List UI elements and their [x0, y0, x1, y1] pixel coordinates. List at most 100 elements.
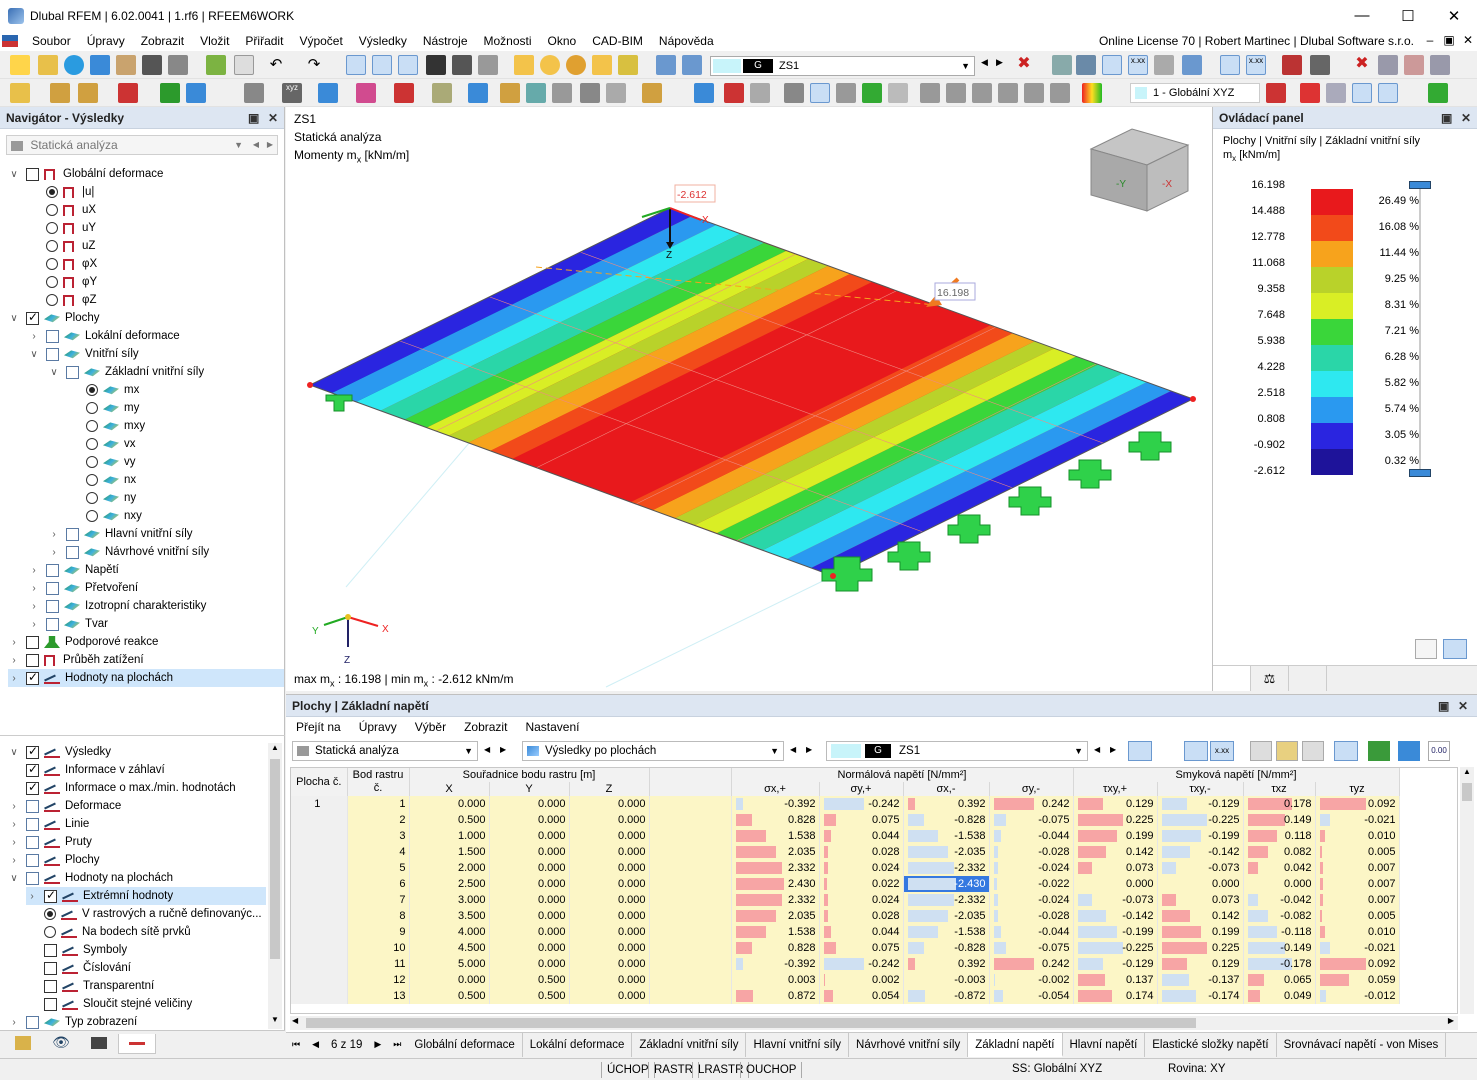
prev-icon[interactable]: ◀	[790, 745, 796, 754]
table-cell[interactable]: 4.500	[409, 940, 490, 956]
col-x[interactable]: X	[409, 782, 490, 796]
table-cell[interactable]: 13	[347, 988, 410, 1004]
tree-vy[interactable]: vy	[86, 453, 136, 471]
close-button[interactable]: ✕	[1431, 0, 1477, 31]
table-2-icon[interactable]	[1276, 741, 1298, 761]
measure-icon[interactable]	[580, 83, 600, 103]
table-cell[interactable]: -0.225	[1073, 940, 1158, 956]
table-cell[interactable]: 0.007	[1315, 860, 1400, 876]
surface-icon[interactable]	[468, 83, 488, 103]
gap-icon[interactable]	[1310, 55, 1330, 75]
minimize-button[interactable]: —	[1339, 0, 1385, 31]
col-surface-no[interactable]: Plocha č.	[291, 768, 348, 796]
expand-icon[interactable]: ›	[8, 637, 20, 648]
expand-icon[interactable]: ›	[8, 837, 20, 848]
cursor-icon[interactable]	[500, 83, 520, 103]
table-cell[interactable]: 0.000	[569, 924, 650, 940]
expand-icon[interactable]: ›	[8, 673, 20, 684]
select-icon[interactable]	[318, 83, 338, 103]
show-results-icon[interactable]	[1102, 55, 1122, 75]
tree-mxy[interactable]: mxy	[86, 417, 145, 435]
col-grid-point-no[interactable]: Bod rastru č.	[347, 768, 410, 796]
expand-icon[interactable]: ›	[28, 331, 40, 342]
legend-options-icon[interactable]	[1443, 639, 1467, 659]
table-cell[interactable]: 2	[347, 812, 410, 828]
pin-icon[interactable]: ▣	[1441, 111, 1452, 125]
deformation-icon[interactable]	[1076, 55, 1096, 75]
scroll-left-icon[interactable]: ◀	[292, 1016, 298, 1025]
table-row[interactable]: 6 2.500 0.000 0.000 2.430 0.022 -2.430 -0.022 0.…	[291, 876, 1400, 892]
opt-display-type[interactable]: › Typ zobrazení	[8, 1013, 137, 1031]
color-scale-tab-icon[interactable]	[1213, 666, 1251, 691]
table-cell[interactable]: -0.178	[1243, 956, 1316, 972]
col-sigma-x-minus[interactable]: σx,-	[903, 782, 990, 796]
wireframe-icon[interactable]	[1326, 83, 1346, 103]
table-cell[interactable]: -0.142	[1073, 908, 1158, 924]
collapse-icon[interactable]: ∨	[28, 349, 40, 360]
table-cell[interactable]: -0.174	[1157, 988, 1244, 1004]
menu-vypocet[interactable]: Výpočet	[291, 34, 350, 48]
table-cell[interactable]: 0.000	[489, 940, 570, 956]
table-row[interactable]: 9 4.000 0.000 0.000 1.538 0.044 -1.538 -0.044 -0…	[291, 924, 1400, 940]
table-cell[interactable]: 0.092	[1315, 956, 1400, 972]
table-cell[interactable]: -0.044	[989, 828, 1074, 844]
table-cell[interactable]: 0.000	[1157, 876, 1244, 892]
table-cell[interactable]: 0.000	[489, 876, 570, 892]
expand-icon[interactable]: ›	[48, 547, 60, 558]
close-icon[interactable]: ✕	[1458, 699, 1468, 713]
legend-min-slider[interactable]	[1409, 469, 1431, 477]
table-cell[interactable]: 0.392	[903, 956, 990, 972]
show-values-icon[interactable]: x.xx	[1210, 741, 1234, 761]
copy-icon[interactable]	[606, 83, 626, 103]
table-cell[interactable]: 0.000	[569, 940, 650, 956]
collapse-icon[interactable]: ∨	[8, 747, 20, 758]
table-row[interactable]: 1 1 0.000 0.000 0.000 -0.392 -0.242 0.392 0.242 0…	[291, 796, 1400, 812]
table-cell[interactable]: 11	[347, 956, 410, 972]
table-cell[interactable]: 4.000	[409, 924, 490, 940]
table-cell[interactable]: 0.000	[1243, 876, 1316, 892]
table-cell[interactable]	[291, 908, 348, 924]
solid-icon[interactable]	[810, 83, 830, 103]
table-cell[interactable]: 0.028	[819, 844, 904, 860]
tab-principal-stresses[interactable]: Hlavní napětí	[1063, 1032, 1146, 1057]
table-cell[interactable]: 0.000	[569, 860, 650, 876]
table-cell[interactable]: 0.075	[819, 812, 904, 828]
table-cell[interactable]: -0.225	[1157, 812, 1244, 828]
delete-icon[interactable]: ✖	[1352, 55, 1372, 75]
table-cell[interactable]: 0.028	[819, 908, 904, 924]
align-3-icon[interactable]	[972, 83, 992, 103]
tree-uy[interactable]: uY	[46, 219, 96, 237]
load-icon[interactable]	[186, 83, 206, 103]
table-cell[interactable]: 0.828	[731, 940, 820, 956]
menu-napoveda[interactable]: Nápověda	[651, 34, 722, 48]
table-cell[interactable]: -0.021	[1315, 940, 1400, 956]
redo-icon[interactable]: ↷	[304, 55, 324, 75]
table-cell[interactable]: 5	[347, 860, 410, 876]
table-cell[interactable]: 0.500	[409, 988, 490, 1004]
table-row[interactable]: 13 0.500 0.500 0.000 0.872 0.054 -0.872 -0.054 0…	[291, 988, 1400, 1004]
view-front-icon[interactable]	[1404, 55, 1424, 75]
table-cell[interactable]: 0.000	[569, 796, 650, 812]
table-cell[interactable]: 12	[347, 972, 410, 988]
table-cell[interactable]: -1.538	[903, 828, 990, 844]
table-cell[interactable]: -0.021	[1315, 812, 1400, 828]
tree-my[interactable]: my	[86, 399, 139, 417]
opt-surface-values[interactable]: ∨ Hodnoty na plochách	[8, 869, 173, 887]
table-cell[interactable]: -0.082	[1243, 908, 1316, 924]
tab-basic-stresses[interactable]: Základní napětí	[968, 1032, 1063, 1057]
export-icon[interactable]	[1282, 55, 1302, 75]
tree-vx[interactable]: vx	[86, 435, 136, 453]
table-cell[interactable]: -0.872	[903, 988, 990, 1004]
table-cell[interactable]: -0.137	[1157, 972, 1244, 988]
expand-icon[interactable]: ›	[28, 565, 40, 576]
table-cell[interactable]: 0.178	[1243, 796, 1316, 812]
table-cell[interactable]: -0.199	[1157, 828, 1244, 844]
expand-icon[interactable]: ›	[48, 529, 60, 540]
table-cell[interactable]: 0.199	[1157, 924, 1244, 940]
table-cell[interactable]	[291, 940, 348, 956]
col-sigma-y-minus[interactable]: σy,-	[989, 782, 1074, 796]
table-cell[interactable]: 0.002	[819, 972, 904, 988]
invert-icon[interactable]	[432, 83, 452, 103]
table-cell[interactable]: -0.075	[989, 940, 1074, 956]
table-cell[interactable]: 0.149	[1243, 812, 1316, 828]
